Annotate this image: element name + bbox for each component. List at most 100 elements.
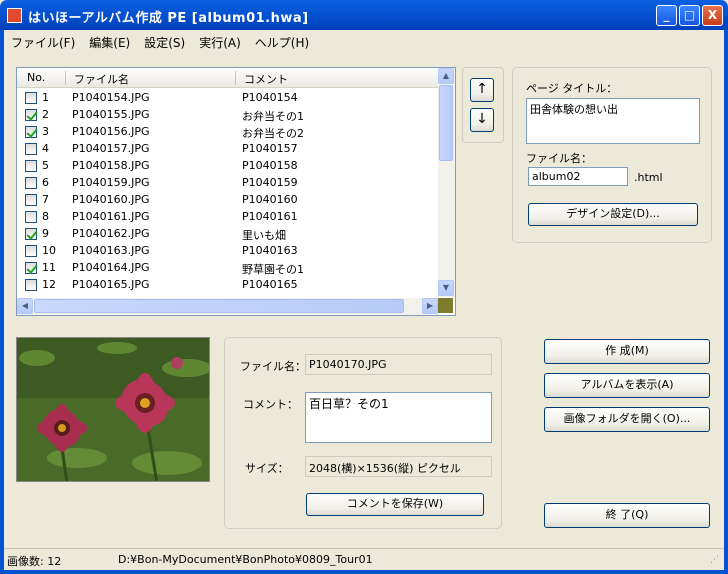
row-filename: P1040161.JPG [72,210,150,223]
row-filename: P1040158.JPG [72,159,150,172]
detail-comment-input[interactable]: 百日草？その1 [305,392,492,443]
list-item[interactable]: 1 P1040154.JPG P1040154 [17,89,439,106]
row-no: 12 [42,278,56,291]
list-item[interactable]: 11 P1040164.JPG 野草園その1 [17,259,439,276]
row-filename: P1040163.JPG [72,244,150,257]
row-checkbox[interactable] [25,228,37,240]
row-checkbox[interactable] [25,160,37,172]
row-comment: P1040165 [242,278,298,291]
list-item[interactable]: 9 P1040162.JPG 里いも畑 [17,225,439,242]
list-rows: 1 P1040154.JPG P1040154 2 P1040155.JPG お弁当その1… [17,89,439,297]
row-comment: P1040158 [242,159,298,172]
detail-size-value: 2048(横)×1536(縦) ピクセル [305,456,492,477]
row-filename: P1040164.JPG [72,261,150,274]
detail-comment-label: コメント： [243,398,298,411]
row-checkbox[interactable] [25,177,37,189]
save-comment-button[interactable]: コメントを保存(W) [306,493,484,516]
list-item[interactable]: 3 P1040156.JPG お弁当その2 [17,123,439,140]
row-comment: お弁当その1 [242,110,304,123]
row-filename: P1040157.JPG [72,142,150,155]
minimize-button[interactable]: _ [656,5,677,26]
page-file-ext: .html [634,171,663,184]
status-image-count: 画像数: 12 [7,555,62,568]
row-checkbox[interactable] [25,109,37,121]
page-title-label: ページ タイトル： [526,82,618,95]
column-filename[interactable]: ファイル名 [74,71,129,87]
page-file-label: ファイル名： [526,152,592,165]
menu-help[interactable]: ヘルプ(H) [248,30,316,52]
menu-settings[interactable]: 設定(S) [137,30,192,52]
exit-button[interactable]: 終 了(Q) [544,503,710,528]
row-filename: P1040160.JPG [72,193,150,206]
row-checkbox[interactable] [25,126,37,138]
show-album-button[interactable]: アルバムを表示(A) [544,373,710,398]
row-filename: P1040159.JPG [72,176,150,189]
list-item[interactable]: 12 P1040165.JPG P1040165 [17,276,439,293]
scroll-corner [438,298,453,313]
scroll-thumb[interactable] [439,85,453,161]
list-item[interactable]: 4 P1040157.JPG P1040157 [17,140,439,157]
row-no: 1 [42,91,49,104]
list-item[interactable]: 2 P1040155.JPG お弁当その1 [17,106,439,123]
menu-bar: ファイル(F) 編集(E) 設定(S) 実行(A) ヘルプ(H) [4,30,724,52]
column-no[interactable]: No. [27,71,45,84]
scroll-down-arrow-icon[interactable]: ▼ [438,280,454,296]
list-item[interactable]: 6 P1040159.JPG P1040159 [17,174,439,191]
row-comment: P1040160 [242,193,298,206]
scroll-left-arrow-icon[interactable]: ◀ [17,298,33,314]
list-item[interactable]: 5 P1040158.JPG P1040158 [17,157,439,174]
window-title: はいほーアルバム作成 PE [album01.hwa] [28,11,309,26]
row-checkbox[interactable] [25,211,37,223]
status-bar: 画像数: 12 D:¥Bon-MyDocument¥BonPhoto¥0809_… [4,548,724,570]
page-file-input[interactable]: album02 [528,167,628,186]
create-button[interactable]: 作 成(M) [544,339,710,364]
row-no: 4 [42,142,49,155]
hscroll-thumb[interactable] [34,299,404,313]
row-filename: P1040154.JPG [72,91,150,104]
vertical-scrollbar[interactable]: ▲ ▼ [438,68,455,297]
row-checkbox[interactable] [25,262,37,274]
image-list[interactable]: No. ファイル名 コメント 1 P1040154.JPG P1040154 2 P10… [16,67,456,316]
row-no: 9 [42,227,49,240]
list-item[interactable]: 7 P1040160.JPG P1040160 [17,191,439,208]
row-checkbox[interactable] [25,143,37,155]
move-up-button[interactable]: ↑ [470,78,494,102]
maximize-button[interactable]: □ [679,5,700,26]
menu-edit[interactable]: 編集(E) [82,30,137,52]
row-checkbox[interactable] [25,92,37,104]
horizontal-scrollbar[interactable]: ◀ ▶ [17,298,439,315]
move-down-button[interactable]: ↓ [470,108,494,132]
detail-file-value: P1040170.JPG [305,354,492,375]
row-comment: P1040159 [242,176,298,189]
row-comment: P1040154 [242,91,298,104]
row-no: 2 [42,108,49,121]
row-no: 6 [42,176,49,189]
row-filename: P1040162.JPG [72,227,150,240]
scroll-right-arrow-icon[interactable]: ▶ [422,298,438,314]
row-checkbox[interactable] [25,245,37,257]
design-settings-button[interactable]: デザイン設定(D)... [528,203,698,226]
row-filename: P1040155.JPG [72,108,150,121]
row-filename: P1040165.JPG [72,278,150,291]
status-folder-path: D:¥Bon-MyDocument¥BonPhoto¥0809_Tour01 [118,553,373,566]
list-item[interactable]: 10 P1040163.JPG P1040163 [17,242,439,259]
title-bar: はいほーアルバム作成 PE [album01.hwa] _ □ X [0,0,728,30]
row-no: 7 [42,193,49,206]
list-item[interactable]: 8 P1040161.JPG P1040161 [17,208,439,225]
list-header: No. ファイル名 コメント [17,68,439,88]
column-comment[interactable]: コメント [244,71,288,87]
menu-run[interactable]: 実行(A) [192,30,248,52]
resize-grip-icon[interactable]: ⋰ [710,555,719,565]
page-title-input[interactable]: 田舎体験の想い出 [526,98,700,144]
photo-preview [16,337,210,482]
row-checkbox[interactable] [25,194,37,206]
row-checkbox[interactable] [25,279,37,291]
app-icon [7,8,22,23]
scroll-up-arrow-icon[interactable]: ▲ [438,68,454,84]
close-button[interactable]: X [702,5,723,26]
open-folder-button[interactable]: 画像フォルダを開く(O)... [544,407,710,432]
row-comment: 里いも畑 [242,229,286,242]
menu-file[interactable]: ファイル(F) [4,30,82,52]
row-comment: P1040163 [242,244,298,257]
row-comment: 野草園その1 [242,263,304,276]
